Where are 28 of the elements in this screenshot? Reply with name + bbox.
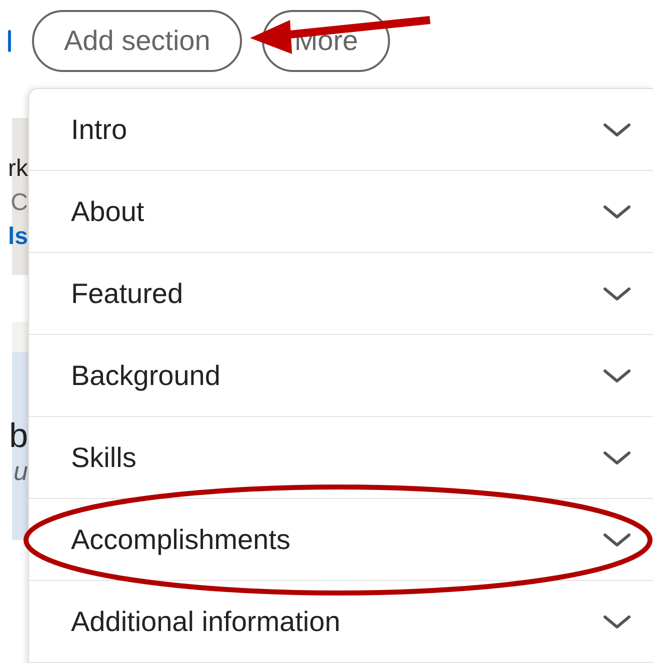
section-button[interactable]: Add section	[32, 10, 242, 72]
menu-item-label: Skills	[71, 442, 136, 474]
text-fragment: b	[9, 416, 28, 456]
text-fragment: u	[14, 456, 28, 487]
chevron-down-icon	[603, 532, 631, 548]
menu-item[interactable]: Background	[29, 335, 653, 417]
text-fragment: ls	[8, 222, 28, 252]
menu-item[interactable]: Skills	[29, 417, 653, 499]
chevron-down-icon	[603, 368, 631, 384]
menu-item[interactable]: About	[29, 171, 653, 253]
chevron-down-icon	[603, 122, 631, 138]
text-fragment: rk	[8, 154, 28, 184]
chevron-down-icon	[603, 286, 631, 302]
menu-item-label: About	[71, 196, 144, 228]
menu-item-label: Featured	[71, 278, 184, 310]
menu-item[interactable]: Additional information	[29, 581, 653, 663]
chevron-down-icon	[603, 450, 631, 466]
menu-item-label: Intro	[71, 114, 128, 146]
menu-item-label: Additional information	[71, 606, 340, 638]
menu-item-label: Background	[71, 360, 220, 392]
chevron-down-icon	[603, 204, 631, 220]
edge-mark	[8, 30, 11, 52]
menu-item-label: Accomplishments	[71, 524, 290, 556]
menu-item[interactable]: Accomplishments	[29, 499, 653, 581]
menu-item[interactable]: Intro	[29, 89, 653, 171]
menu-item[interactable]: Featured	[29, 253, 653, 335]
text-fragment: C	[10, 188, 28, 218]
chevron-down-icon	[603, 614, 631, 630]
